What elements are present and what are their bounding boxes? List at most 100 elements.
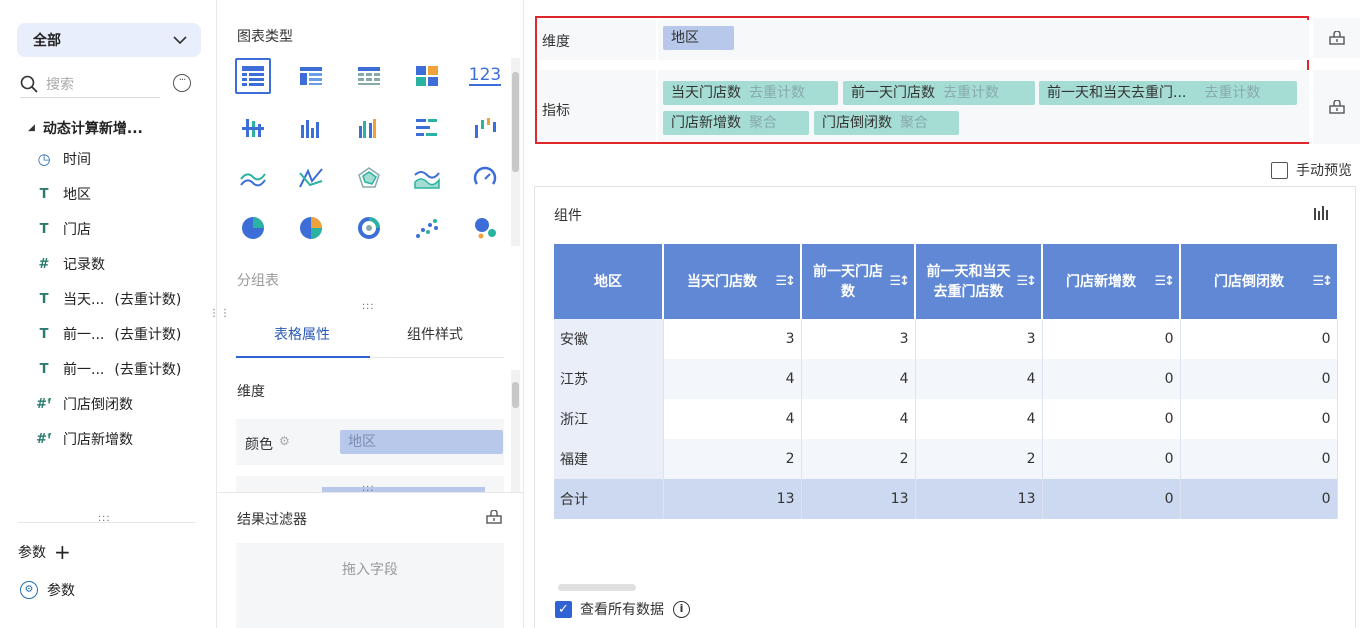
dimension-lock-button[interactable] xyxy=(1313,18,1360,58)
chart-type-scrollbar[interactable] xyxy=(511,58,520,246)
dimension-field-chip[interactable]: 地区 xyxy=(663,26,734,50)
collapse-triangle-icon[interactable]: ◢ xyxy=(28,123,35,133)
component-preview: 组件 地区 当天门店数 ☰↕ 前一天门店数 ☰↕ 前一天和当天去重门店数 ☰↕ 门店新… xyxy=(534,186,1356,628)
metric-chip[interactable]: 前一天门店数 去重计数 xyxy=(843,81,1035,105)
table-horizontal-scrollbar[interactable] xyxy=(558,584,636,591)
dot-bar-icon[interactable] xyxy=(235,110,271,146)
text-field-icon: T xyxy=(39,186,49,202)
sort-icon[interactable]: ☰↕ xyxy=(1016,272,1036,292)
column-header-label: 门店新增数 xyxy=(1066,273,1136,290)
scatter-icon[interactable] xyxy=(409,210,445,246)
table-cell: 4 xyxy=(915,359,1043,399)
table-cell: 安徽 xyxy=(554,319,664,359)
add-param-icon[interactable]: + xyxy=(54,540,71,564)
ring-chart-icon[interactable] xyxy=(351,210,387,246)
result-filter-dropzone[interactable]: 拖入字段 xyxy=(236,543,504,628)
radar-chart-icon[interactable] xyxy=(351,160,387,196)
table-chart-icon[interactable] xyxy=(235,58,271,94)
table-cell: 0 xyxy=(1180,319,1338,359)
metric-dropzone[interactable]: 当天门店数 去重计数 前一天门店数 去重计数 前一天和当天去重门... 去重计数 门店… xyxy=(656,70,1309,142)
metric-agg: 聚合 xyxy=(900,115,928,131)
field-item-new-stores[interactable]: #ᶠ 门店新增数 xyxy=(34,428,133,450)
active-tab-underline xyxy=(236,356,370,358)
cross-table-icon[interactable] xyxy=(351,58,387,94)
area-chart-icon[interactable] xyxy=(409,160,445,196)
gear-icon[interactable]: ⚙ xyxy=(279,434,290,448)
field-item-time[interactable]: ◷ 时间 xyxy=(34,148,91,170)
lock-icon[interactable] xyxy=(486,510,502,524)
dimension-dropzone[interactable]: 地区 xyxy=(656,20,1309,60)
radar-line-icon[interactable] xyxy=(293,160,329,196)
field-scope-dropdown[interactable]: 全部 xyxy=(17,23,201,57)
column-header-label: 地区 xyxy=(594,273,622,290)
param-item[interactable]: ⚙ 参数 xyxy=(20,580,75,600)
bubble-icon[interactable] xyxy=(467,210,503,246)
table-cell: 0 xyxy=(1180,359,1338,399)
bar-chart-icon[interactable] xyxy=(409,110,445,146)
table-header-row: 地区 当天门店数 ☰↕ 前一天门店数 ☰↕ 前一天和当天去重门店数 ☰↕ 门店新增数 ☰… xyxy=(554,244,1337,319)
column-header-label: 当天门店数 xyxy=(687,273,757,290)
component-title: 组件 xyxy=(554,208,582,224)
metric-row-label: 指标 xyxy=(542,103,570,119)
metric-chip[interactable]: 门店倒闭数 聚合 xyxy=(814,111,959,135)
column-header[interactable]: 地区 xyxy=(554,244,664,319)
column-header[interactable]: 前一天门店数 ☰↕ xyxy=(801,244,916,319)
table-cell: 福建 xyxy=(554,439,664,479)
table-row: 福建 2 2 2 0 0 xyxy=(554,439,1338,479)
field-item-record-count[interactable]: # 记录数 xyxy=(34,253,105,275)
field-item-region[interactable]: T 地区 xyxy=(34,183,91,205)
column-header[interactable]: 门店倒闭数 ☰↕ xyxy=(1180,244,1337,319)
grouped-table-icon[interactable] xyxy=(293,58,329,94)
table-row: 浙江 4 4 4 0 0 xyxy=(554,399,1338,439)
search-input[interactable]: 搜索 xyxy=(20,70,160,98)
metric-chip[interactable]: 当天门店数 去重计数 xyxy=(663,81,838,105)
dataset-tree-root[interactable]: ◢ 动态计算新增... xyxy=(28,118,143,138)
sort-icon[interactable]: ☰↕ xyxy=(1154,272,1174,292)
line-chart-icon[interactable] xyxy=(235,160,271,196)
multi-pie-icon[interactable] xyxy=(293,210,329,246)
properties-scrollbar[interactable] xyxy=(511,370,520,492)
metric-lock-button[interactable] xyxy=(1313,70,1360,144)
column-chart-icon[interactable] xyxy=(293,110,329,146)
more-options-icon[interactable]: ··· xyxy=(173,74,191,92)
view-all-checkbox[interactable]: ✓ xyxy=(555,600,572,618)
column-header[interactable]: 门店新增数 ☰↕ xyxy=(1042,244,1181,319)
sort-icon[interactable]: ☰↕ xyxy=(889,272,909,292)
lock-icon xyxy=(1328,31,1345,45)
drag-field-hint: 拖入字段 xyxy=(342,562,398,578)
chevron-down-icon xyxy=(173,35,187,44)
tab-table-properties[interactable]: 表格属性 xyxy=(274,324,330,344)
metric-chip[interactable]: 门店新增数 聚合 xyxy=(663,111,809,135)
metric-chip[interactable]: 前一天和当天去重门... 去重计数 xyxy=(1039,81,1297,105)
field-label: 地区 xyxy=(63,187,91,203)
view-all-data-toggle[interactable]: ✓ 查看所有数据 i xyxy=(555,599,690,619)
sort-icon[interactable]: ☰↕ xyxy=(775,272,795,292)
field-item-store[interactable]: T 门店 xyxy=(34,218,91,240)
tab-component-style[interactable]: 组件样式 xyxy=(407,324,463,344)
table-cell: 3 xyxy=(663,319,802,359)
waterfall-icon[interactable] xyxy=(467,110,503,146)
field-item-prev-and-today-stores[interactable]: T 前一... (去重计数) xyxy=(34,358,182,380)
resize-handle[interactable]: ······ xyxy=(362,301,375,315)
column-chart-icon[interactable] xyxy=(1313,205,1329,221)
manual-preview-checkbox[interactable] xyxy=(1271,161,1288,179)
metric-agg: 去重计数 xyxy=(943,85,999,101)
table-cell: 4 xyxy=(663,359,802,399)
field-item-closed-stores[interactable]: #ᶠ 门店倒闭数 xyxy=(34,393,133,415)
column-header[interactable]: 前一天和当天去重门店数 ☰↕ xyxy=(915,244,1043,319)
kpi-card-icon[interactable] xyxy=(409,58,445,94)
color-field-chip[interactable]: 地区 xyxy=(340,430,503,454)
field-item-today-stores[interactable]: T 当天... (去重计数) xyxy=(34,288,182,310)
grouped-column-icon[interactable] xyxy=(351,110,387,146)
number-123-icon[interactable]: 123 xyxy=(467,58,503,94)
sort-icon[interactable]: ☰↕ xyxy=(1312,272,1332,292)
field-item-prev-day-stores[interactable]: T 前一... (去重计数) xyxy=(34,323,182,345)
table-cell: 合计 xyxy=(554,479,664,519)
column-header[interactable]: 当天门店数 ☰↕ xyxy=(663,244,802,319)
manual-preview-toggle[interactable]: 手动预览 xyxy=(1271,160,1352,180)
gauge-icon[interactable] xyxy=(467,160,503,196)
info-icon[interactable]: i xyxy=(673,600,690,618)
metric-name: 前一天门店数 xyxy=(851,85,935,101)
field-agg-label: (去重计数) xyxy=(114,362,182,378)
pie-chart-icon[interactable] xyxy=(235,210,271,246)
